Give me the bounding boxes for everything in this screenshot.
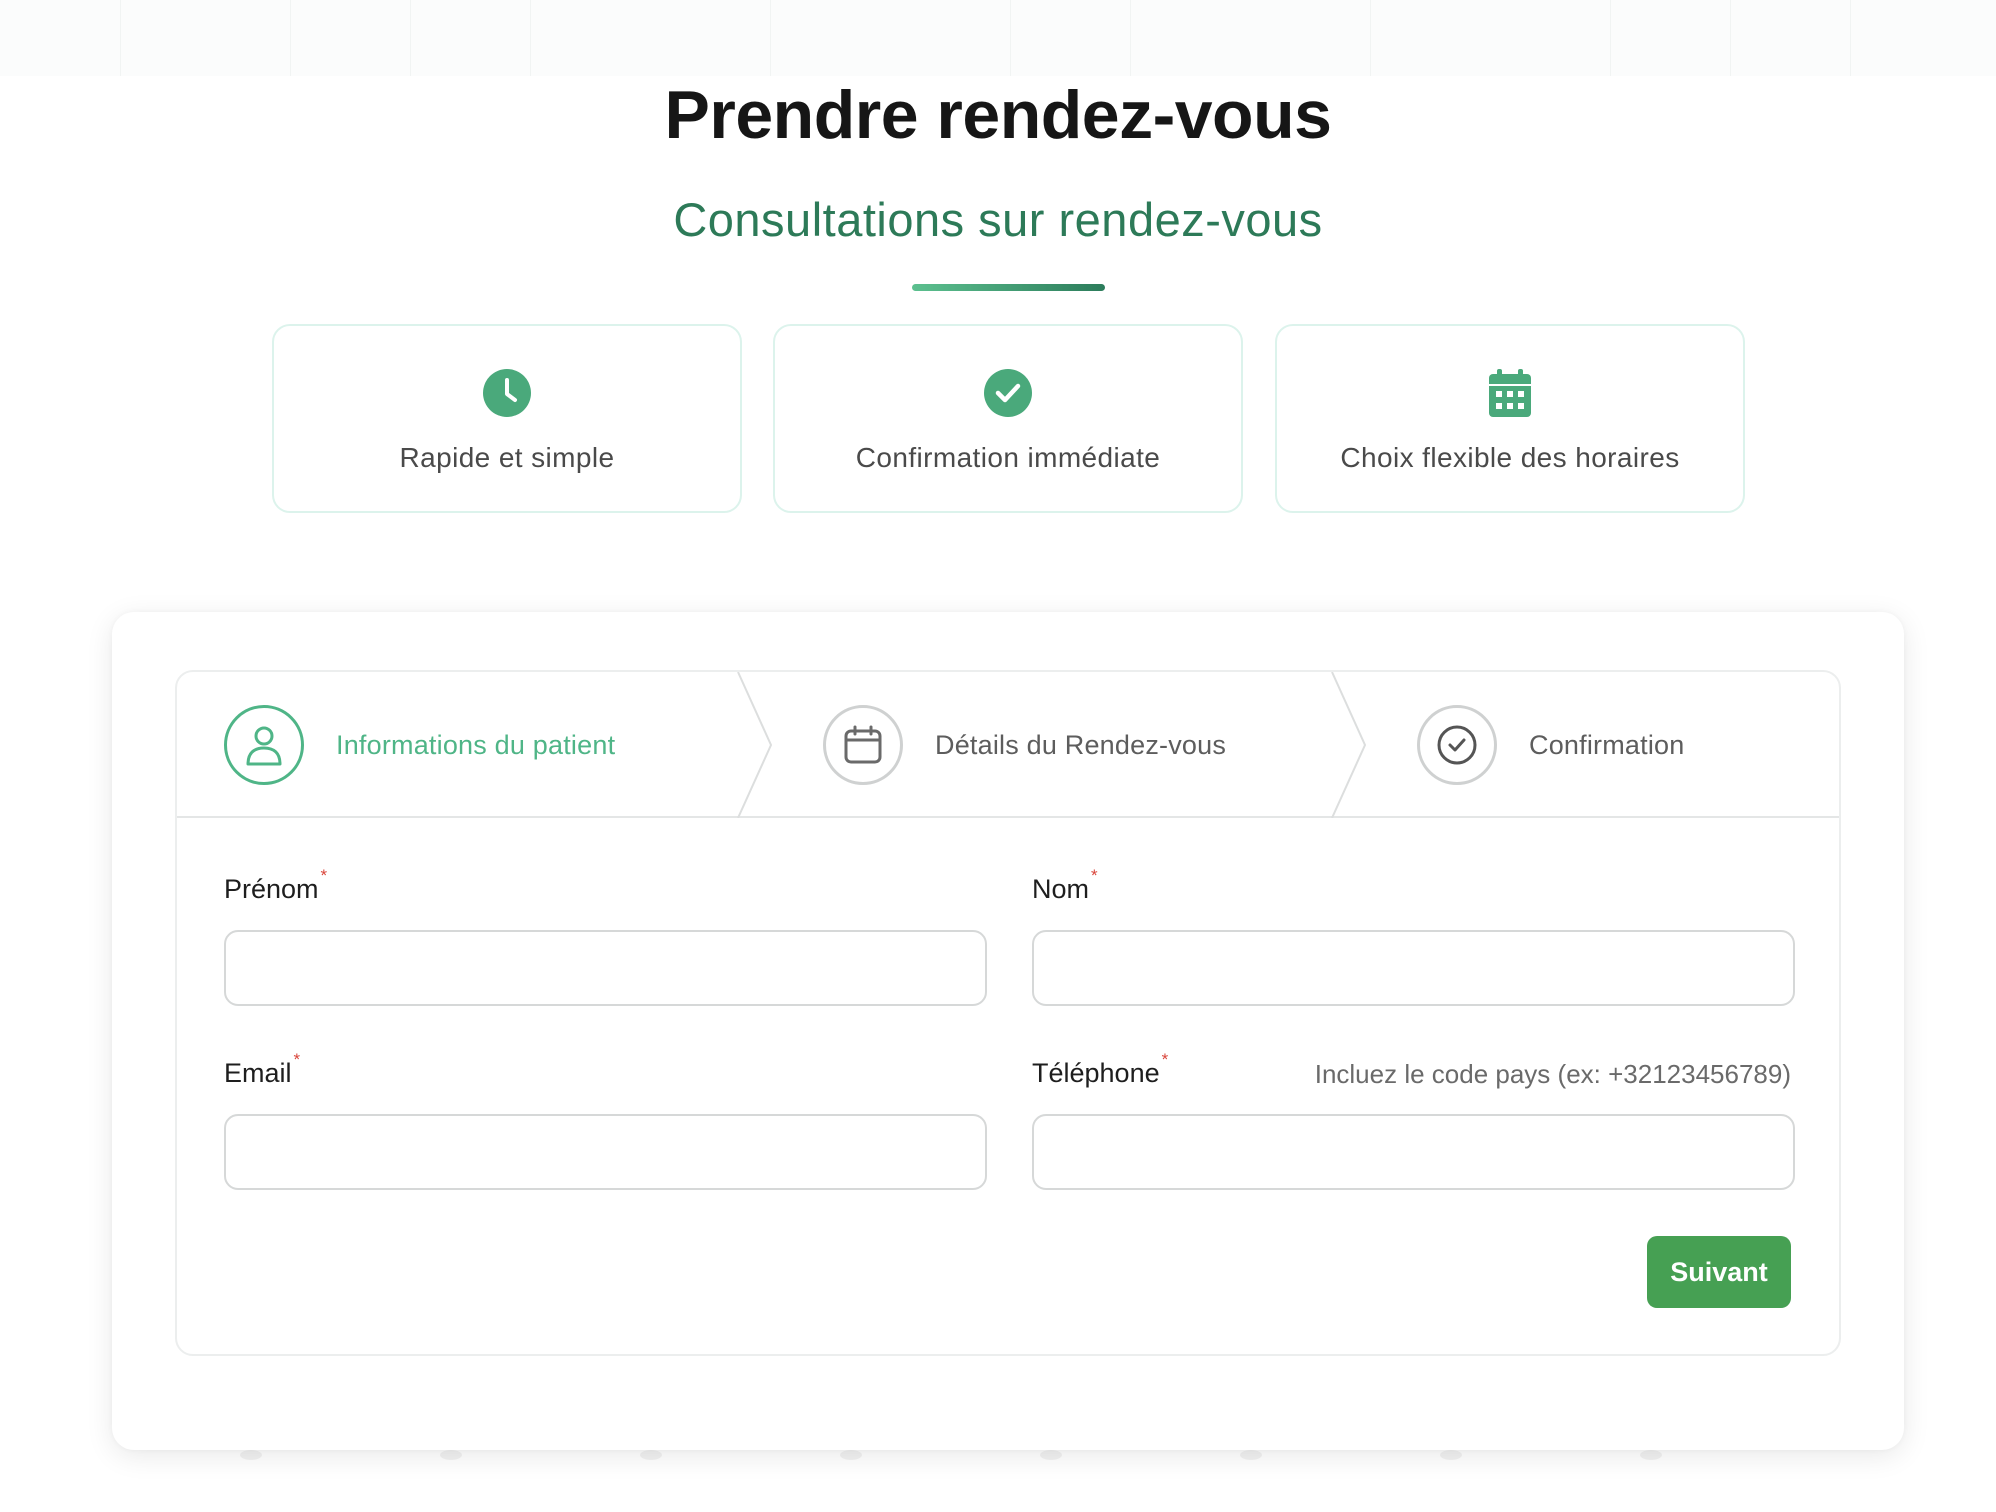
last-name-label: Nom * [1032,866,1098,904]
phone-hint: Incluez le code pays (ex: +32123456789) [1314,1059,1791,1089]
feature-label: Choix flexible des horaires [1340,442,1680,473]
step-appointment-details[interactable]: Détails du Rendez-vous [823,672,1226,818]
email-label: Email * [224,1050,301,1088]
check-circle-icon [984,369,1032,417]
calendar-icon [844,725,882,764]
feature-label: Confirmation immédiate [855,442,1161,473]
clock-icon [483,369,531,417]
step-label: Informations du patient [336,729,616,760]
page-title: Prendre rendez-vous [664,77,1332,153]
page-subtitle: Consultations sur rendez-vous [673,193,1323,246]
step-patient-info[interactable]: Informations du patient [224,672,615,818]
booking-wizard: Informations du patient Détails du Rende… [175,670,1841,1356]
calendar-icon [1489,369,1531,417]
required-marker: * [320,866,328,885]
title-underline [912,284,1105,291]
required-marker: * [293,1050,301,1069]
first-name-label: Prénom * [224,866,328,904]
user-icon [246,726,282,766]
required-marker: * [1161,1050,1169,1069]
phone-input[interactable] [1032,1114,1795,1190]
feature-label: Rapide et simple [399,442,615,473]
step-label: Détails du Rendez-vous [935,729,1227,760]
check-circle-icon [1437,725,1477,765]
last-name-input[interactable] [1032,930,1795,1006]
steps-bar: Informations du patient Détails du Rende… [177,672,1839,818]
required-marker: * [1091,866,1098,885]
next-button[interactable]: Suivant [1647,1236,1791,1308]
email-input[interactable] [224,1114,987,1190]
first-name-input[interactable] [224,930,987,1006]
feature-card-confirmation: Confirmation immédiate [773,324,1243,513]
top-banner-strip [0,0,1996,76]
phone-label: Téléphone * [1032,1050,1169,1088]
feature-card-fast: Rapide et simple [272,324,742,513]
step-confirmation[interactable]: Confirmation [1417,672,1684,818]
feature-card-schedule: Choix flexible des horaires [1275,324,1745,513]
step-label: Confirmation [1529,729,1685,760]
